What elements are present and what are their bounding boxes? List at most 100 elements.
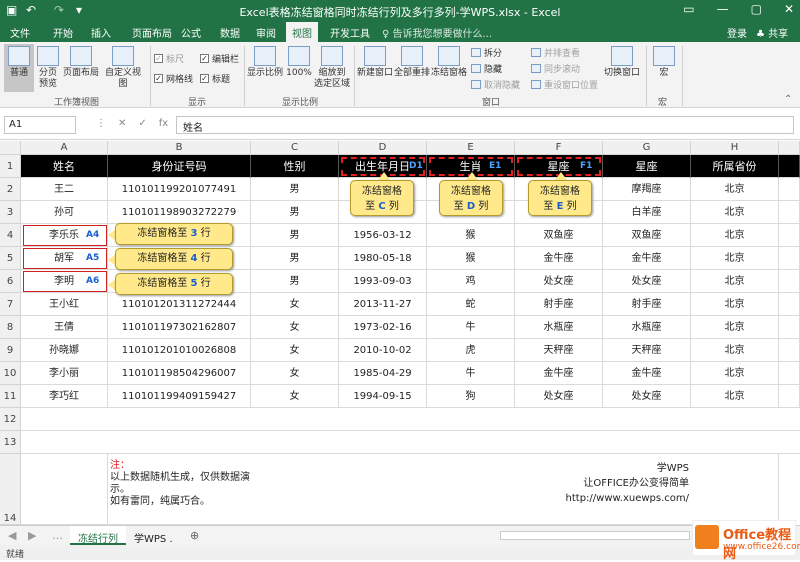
cell-constellation-2[interactable]: 白羊座: [603, 201, 691, 224]
cell-zodiac-animal[interactable]: 猴: [427, 247, 515, 270]
row-header-12[interactable]: 12: [0, 408, 21, 431]
cell-province[interactable]: 北京: [691, 247, 779, 270]
cell-gender[interactable]: 女: [251, 293, 339, 316]
cell-constellation-2[interactable]: 金牛座: [603, 362, 691, 385]
cell-gender[interactable]: 男: [251, 178, 339, 201]
tab-data[interactable]: 数据: [220, 25, 240, 40]
cell-gender[interactable]: 男: [251, 224, 339, 247]
cell-id[interactable]: 110101201010026808: [108, 339, 251, 362]
cell-zodiac-animal[interactable]: 牛: [427, 362, 515, 385]
tab-file[interactable]: 文件: [10, 25, 30, 40]
cell-constellation-2[interactable]: 摩羯座: [603, 178, 691, 201]
cell-province[interactable]: 北京: [691, 362, 779, 385]
next-sheet-icon[interactable]: ▶: [28, 529, 36, 542]
cell-partial[interactable]: [779, 385, 800, 408]
empty-row-13[interactable]: [21, 431, 800, 454]
cell-constellation[interactable]: 双鱼座: [515, 224, 603, 247]
cell-gender[interactable]: 女: [251, 339, 339, 362]
cell-gender[interactable]: 女: [251, 385, 339, 408]
zoom-to-selection-button[interactable]: 缩放到 选定区域: [314, 44, 350, 92]
cell-constellation-2[interactable]: 金牛座: [603, 247, 691, 270]
column-header-e[interactable]: E: [427, 141, 515, 155]
cell-constellation-2[interactable]: 天秤座: [603, 339, 691, 362]
sheet-tab-freeze[interactable]: 冻结行列: [70, 526, 126, 545]
cell-constellation-2[interactable]: 水瓶座: [603, 316, 691, 339]
cell-constellation[interactable]: 天秤座: [515, 339, 603, 362]
cell-partial[interactable]: [779, 270, 800, 293]
cell-zodiac-animal[interactable]: 蛇: [427, 293, 515, 316]
tab-insert[interactable]: 插入: [91, 25, 111, 40]
cell-id[interactable]: 110101197302162807: [108, 316, 251, 339]
cell-birthdate[interactable]: 1993-09-03: [339, 270, 427, 293]
row-header-14[interactable]: 14: [0, 454, 21, 525]
cell-province[interactable]: 北京: [691, 385, 779, 408]
cell-id[interactable]: 110101201311272444: [108, 293, 251, 316]
cell-gender[interactable]: 女: [251, 316, 339, 339]
cell-birthdate[interactable]: 1994-09-15: [339, 385, 427, 408]
arrange-all-button[interactable]: 全部重排: [394, 44, 430, 92]
cell-gender[interactable]: 女: [251, 362, 339, 385]
cell-partial[interactable]: [779, 247, 800, 270]
cell-constellation[interactable]: 处女座: [515, 385, 603, 408]
cell-id[interactable]: 110101198903272279: [108, 201, 251, 224]
sheet-tab-xuewps[interactable]: 学WPS .: [126, 526, 181, 545]
insert-function-icon[interactable]: fx: [159, 118, 168, 129]
cell-constellation-2[interactable]: 双鱼座: [603, 224, 691, 247]
name-box[interactable]: A1: [4, 116, 76, 134]
gridlines-checkbox[interactable]: ✓ 网格线: [154, 72, 193, 85]
cell-name[interactable]: 李小丽: [21, 362, 108, 385]
enter-icon[interactable]: ✓: [138, 118, 146, 129]
formula-bar-checkbox[interactable]: ✓ 编辑栏: [200, 52, 239, 65]
row-header-11[interactable]: 11: [0, 385, 21, 408]
freeze-panes-button[interactable]: 冻结窗格: [431, 44, 467, 92]
cell-name[interactable]: 李巧红: [21, 385, 108, 408]
close-icon[interactable]: ✕: [784, 2, 794, 16]
cell-province[interactable]: 北京: [691, 270, 779, 293]
cell-partial[interactable]: [779, 362, 800, 385]
minimize-icon[interactable]: —: [717, 2, 729, 16]
tab-formulas[interactable]: 公式: [181, 25, 201, 40]
cell-partial[interactable]: [779, 339, 800, 362]
header-cell-name[interactable]: 姓名: [21, 155, 108, 178]
zoom-button[interactable]: 显示比例: [247, 44, 283, 92]
cell-constellation[interactable]: 射手座: [515, 293, 603, 316]
cell-zodiac-animal[interactable]: 猴: [427, 224, 515, 247]
hide-button[interactable]: 隐藏: [471, 62, 502, 75]
cell-name[interactable]: 王倩: [21, 316, 108, 339]
header-cell-id[interactable]: 身份证号码: [108, 155, 251, 178]
cell-gender[interactable]: 男: [251, 270, 339, 293]
header-cell-gender[interactable]: 性别: [251, 155, 339, 178]
column-header-b[interactable]: B: [108, 141, 251, 155]
cell-id[interactable]: 110101199201077491: [108, 178, 251, 201]
share-button[interactable]: ♣ 共享: [756, 25, 788, 40]
row-header-4[interactable]: 4: [0, 224, 21, 247]
normal-view-button[interactable]: 普通: [4, 44, 34, 92]
cell-province[interactable]: 北京: [691, 178, 779, 201]
row-header-10[interactable]: 10: [0, 362, 21, 385]
tab-review[interactable]: 审阅: [256, 25, 276, 40]
cell-id[interactable]: 110101199409159427: [108, 385, 251, 408]
page-layout-view-button[interactable]: 页面布局: [62, 44, 100, 92]
cell-partial[interactable]: [779, 224, 800, 247]
cell-constellation[interactable]: 水瓶座: [515, 316, 603, 339]
row-header-1[interactable]: 1: [0, 155, 21, 178]
select-all-corner[interactable]: [0, 141, 21, 155]
cell-name[interactable]: 王小红: [21, 293, 108, 316]
cell-constellation-2[interactable]: 处女座: [603, 270, 691, 293]
formula-input[interactable]: 姓名: [176, 116, 794, 134]
cell-province[interactable]: 北京: [691, 339, 779, 362]
macros-button[interactable]: 宏: [650, 44, 678, 92]
row-header-6[interactable]: 6: [0, 270, 21, 293]
header-cell-province[interactable]: 所属省份: [691, 155, 779, 178]
row-header-2[interactable]: 2: [0, 178, 21, 201]
switch-windows-button[interactable]: 切换窗口: [602, 44, 642, 92]
row-header-5[interactable]: 5: [0, 247, 21, 270]
cell-name[interactable]: 孙可: [21, 201, 108, 224]
column-header-g[interactable]: G: [603, 141, 691, 155]
tab-home[interactable]: 开始: [53, 25, 73, 40]
column-header-h[interactable]: H: [691, 141, 779, 155]
cell-birthdate[interactable]: 1956-03-12: [339, 224, 427, 247]
cell-a14[interactable]: [21, 454, 108, 525]
cell-province[interactable]: 北京: [691, 201, 779, 224]
tab-developer[interactable]: 开发工具: [330, 25, 370, 40]
